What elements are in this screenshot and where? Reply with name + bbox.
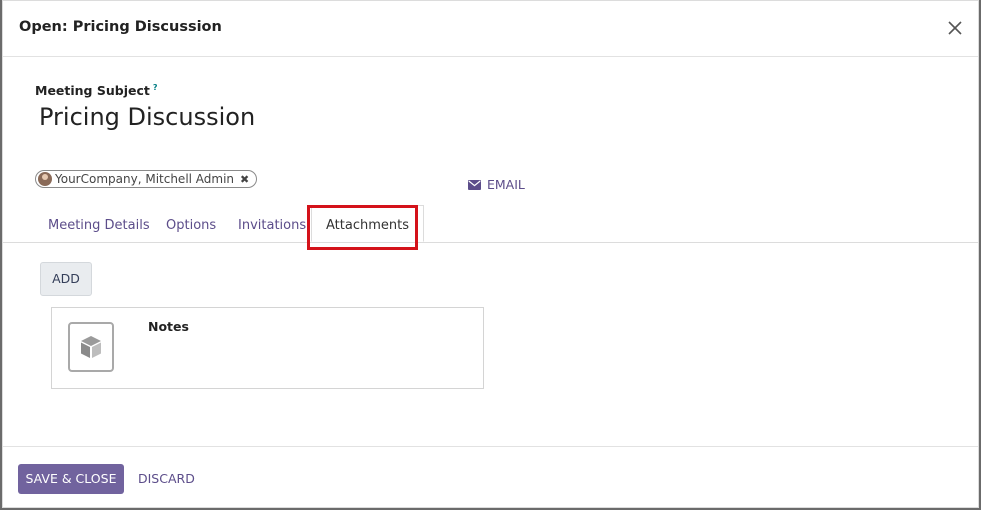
help-tooltip-mark[interactable]: ? — [153, 83, 158, 92]
remove-attendee-icon[interactable]: ✖ — [240, 173, 249, 186]
attachment-title: Notes — [148, 319, 189, 334]
tab-bar: Meeting Details Options Invitations Atta… — [3, 205, 978, 243]
discard-button[interactable]: DISCARD — [138, 464, 195, 494]
attendee-tag: YourCompany, Mitchell Admin ✖ — [35, 170, 258, 188]
dialog-header: Open: Pricing Discussion — [3, 1, 978, 57]
add-attachment-button[interactable]: ADD — [40, 262, 92, 296]
tab-attachments[interactable]: Attachments — [311, 205, 424, 242]
cube-icon — [81, 336, 101, 358]
attendee-name: YourCompany, Mitchell Admin — [55, 172, 235, 186]
dialog-title: Open: Pricing Discussion — [19, 19, 222, 35]
save-close-button[interactable]: SAVE & CLOSE — [18, 464, 124, 494]
dialog-footer: SAVE & CLOSE DISCARD — [3, 446, 978, 509]
open-meeting-dialog: Open: Pricing Discussion Meeting Subject… — [2, 0, 979, 508]
close-button[interactable] — [944, 17, 966, 39]
close-icon — [948, 21, 962, 35]
tab-invitations[interactable]: Invitations — [238, 205, 306, 242]
meeting-subject-input[interactable]: Pricing Discussion — [39, 103, 255, 131]
avatar — [38, 172, 52, 186]
tab-meeting-details[interactable]: Meeting Details — [48, 205, 150, 242]
meeting-subject-label-text: Meeting Subject — [35, 83, 150, 99]
envelope-icon — [468, 179, 481, 190]
meeting-subject-label: Meeting Subject? — [35, 83, 158, 98]
attachment-card[interactable]: Notes — [51, 307, 484, 389]
document-placeholder-icon — [68, 322, 114, 372]
tab-options[interactable]: Options — [166, 205, 216, 242]
email-button-label: EMAIL — [487, 177, 525, 192]
email-button[interactable]: EMAIL — [468, 177, 525, 192]
